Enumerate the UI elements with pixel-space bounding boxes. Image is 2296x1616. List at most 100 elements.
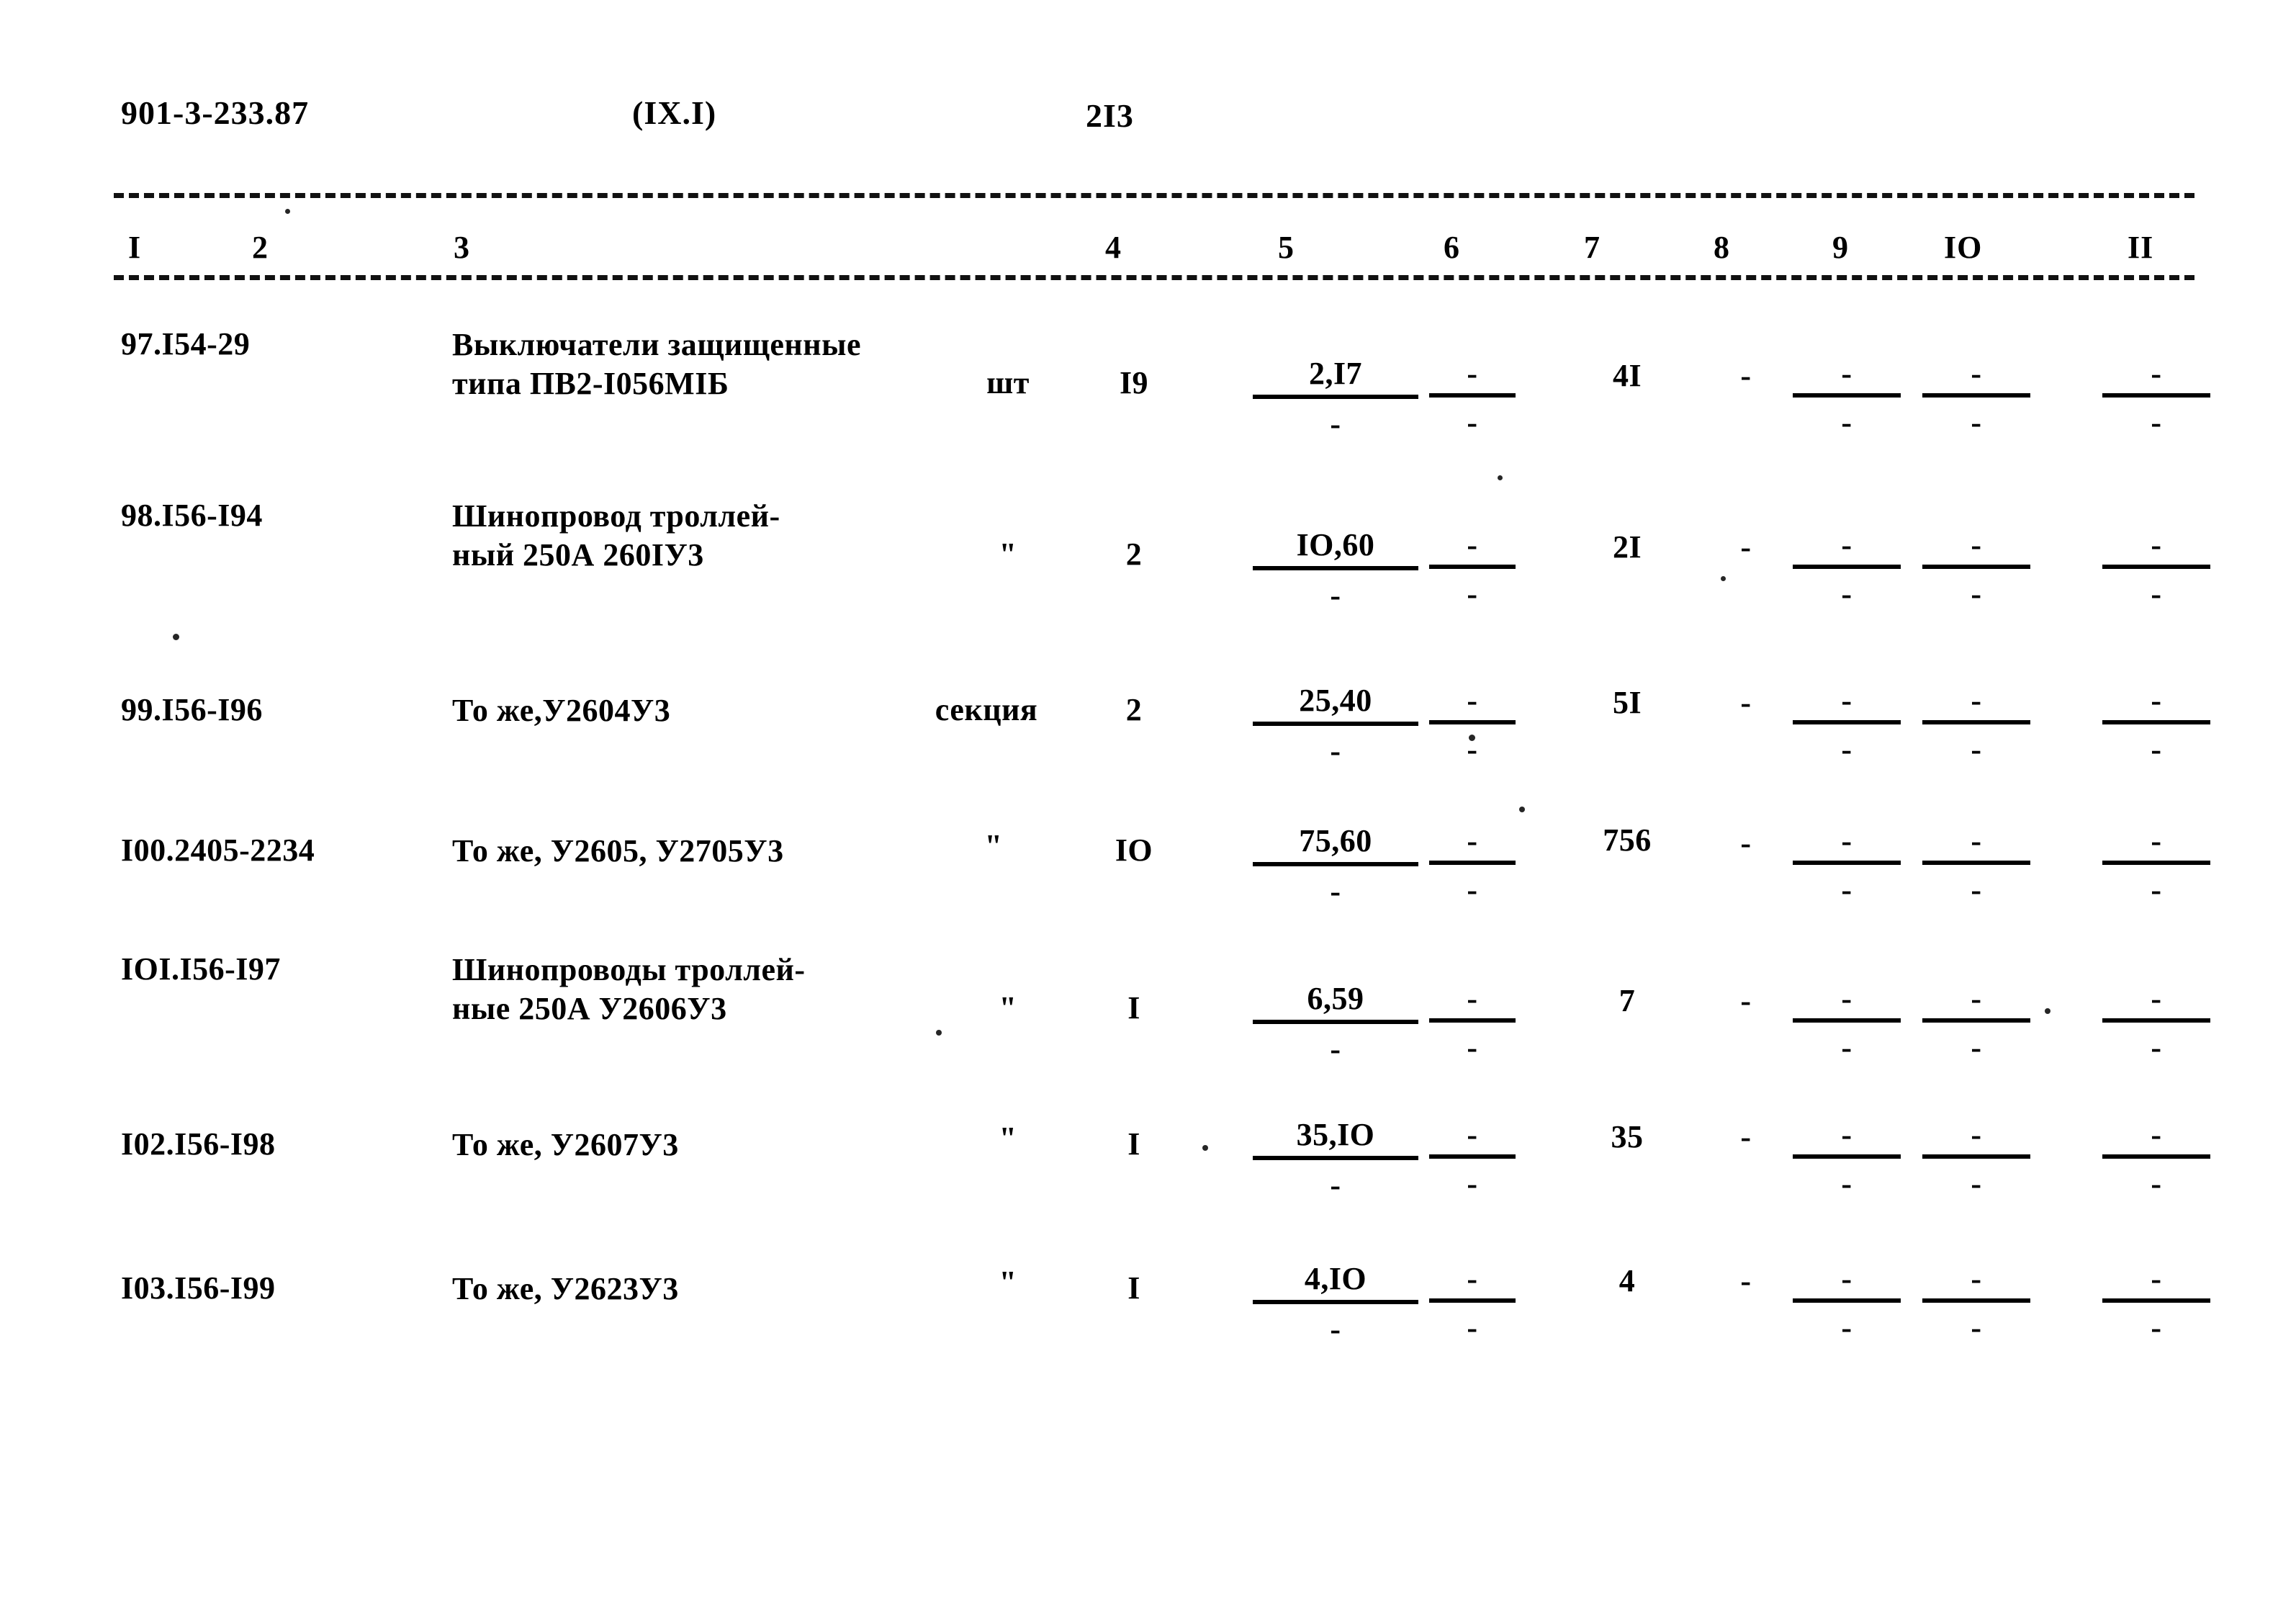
row-col9-denominator: - (1841, 1310, 1852, 1345)
row-code: I00.2405-2234 (121, 832, 315, 868)
row-quantity: I (1127, 1270, 1140, 1306)
row-col11-numerator: - (2102, 683, 2210, 724)
row-col11-fraction: - - (2102, 823, 2210, 908)
scan-speck (1519, 807, 1525, 812)
row-description: То же,У2604У3 (452, 693, 671, 728)
row-col6-fraction: - - (1429, 1261, 1516, 1346)
row-col10-fraction: - - (1922, 981, 2030, 1066)
row-col10-denominator: - (1971, 576, 1982, 611)
row-col5-numerator: 25,40 (1253, 683, 1418, 726)
row-col10-numerator: - (1922, 527, 2030, 569)
row-unit: " (999, 990, 1017, 1025)
row-col11-numerator: - (2102, 527, 2210, 569)
scanned-document-page: 901-3-233.87 (IX.I) 2I3 I 2 3 4 5 6 7 8 … (0, 0, 2296, 1616)
scan-speck (173, 634, 179, 640)
table-row: I03.I56-I99 То же, У2623У3 " I 4,IO - - … (0, 1261, 2296, 1421)
row-col9-denominator: - (1841, 1030, 1852, 1065)
row-col5-denominator: - (1330, 1031, 1341, 1067)
row-col11-denominator: - (2151, 872, 2162, 907)
row-col7-value: 756 (1603, 822, 1652, 858)
row-quantity: I (1127, 1126, 1140, 1162)
table-body: 97.I54-29 Выключатели защищенные типа ПВ… (0, 0, 2296, 1616)
row-col10-numerator: - (1922, 683, 2030, 724)
row-col8-value: - (1740, 1119, 1752, 1154)
row-col11-denominator: - (2151, 1166, 2162, 1201)
row-unit: шт (986, 365, 1030, 400)
row-col6-fraction: - - (1429, 683, 1516, 768)
row-col5-denominator: - (1330, 1311, 1341, 1347)
row-unit: секция (935, 692, 1038, 727)
row-col6-fraction: - - (1429, 1117, 1516, 1202)
row-col5-numerator: 4,IO (1253, 1261, 1418, 1304)
row-code: 99.I56-I96 (121, 692, 263, 727)
row-col10-numerator: - (1922, 356, 2030, 398)
row-col7-value: 5I (1612, 685, 1642, 720)
row-quantity: I (1127, 990, 1140, 1025)
row-col9-fraction: - - (1793, 683, 1901, 768)
row-col11-fraction: - - (2102, 1117, 2210, 1202)
row-col9-fraction: - - (1793, 1117, 1901, 1202)
row-unit: " (999, 1265, 1017, 1300)
table-row: 97.I54-29 Выключатели защищенные типа ПВ… (0, 326, 2296, 477)
row-col11-denominator: - (2151, 732, 2162, 767)
row-col10-fraction: - - (1922, 683, 2030, 768)
row-col7-value: 2I (1612, 529, 1642, 565)
row-col11-denominator: - (2151, 1310, 2162, 1345)
scan-speck (1721, 576, 1726, 581)
row-col11-numerator: - (2102, 1261, 2210, 1303)
row-col6-denominator: - (1467, 405, 1478, 440)
row-code: I03.I56-I99 (121, 1270, 276, 1306)
row-col10-denominator: - (1971, 1166, 1982, 1201)
row-description: То же, У2607У3 (452, 1127, 679, 1162)
scan-speck (2045, 1008, 2050, 1014)
row-col11-fraction: - - (2102, 356, 2210, 441)
row-col9-numerator: - (1793, 981, 1901, 1023)
row-description: Шинопроводы троллей- ные 250А У2606У3 (452, 952, 806, 1026)
row-col9-numerator: - (1793, 683, 1901, 724)
row-col11-numerator: - (2102, 823, 2210, 865)
row-col10-fraction: - - (1922, 527, 2030, 612)
row-col5-numerator: 75,60 (1253, 823, 1418, 866)
row-col5-denominator: - (1330, 1167, 1341, 1203)
row-code: I02.I56-I98 (121, 1126, 276, 1162)
scan-speck (285, 209, 290, 214)
table-row: I02.I56-I98 То же, У2607У3 " I 35,IO - -… (0, 1117, 2296, 1277)
row-col5-numerator: IO,60 (1253, 527, 1418, 570)
row-col10-numerator: - (1922, 823, 2030, 865)
row-col11-numerator: - (2102, 981, 2210, 1023)
row-col11-denominator: - (2151, 405, 2162, 440)
row-col5-denominator: - (1330, 578, 1341, 613)
row-col10-numerator: - (1922, 981, 2030, 1023)
row-col6-numerator: - (1429, 356, 1516, 398)
row-col7-value: 7 (1619, 983, 1636, 1018)
row-col9-denominator: - (1841, 1166, 1852, 1201)
row-col9-fraction: - - (1793, 823, 1901, 908)
row-col7-value: 35 (1611, 1119, 1644, 1154)
row-col11-fraction: - - (2102, 981, 2210, 1066)
row-col6-denominator: - (1467, 872, 1478, 907)
row-col10-numerator: - (1922, 1261, 2030, 1303)
row-col6-denominator: - (1467, 732, 1478, 767)
row-col10-denominator: - (1971, 1030, 1982, 1065)
row-col11-fraction: - - (2102, 527, 2210, 612)
row-col6-denominator: - (1467, 1310, 1478, 1345)
row-col8-value: - (1740, 358, 1752, 393)
row-col9-numerator: - (1793, 356, 1901, 398)
table-row: 99.I56-I96 То же,У2604У3 секция 2 25,40 … (0, 683, 2296, 843)
row-code: 98.I56-I94 (121, 498, 263, 533)
row-col9-denominator: - (1841, 732, 1852, 767)
row-col6-numerator: - (1429, 683, 1516, 724)
row-col5-denominator: - (1330, 733, 1341, 768)
table-row: IOI.I56-I97 Шинопроводы троллей- ные 250… (0, 951, 2296, 1102)
row-col10-denominator: - (1971, 405, 1982, 440)
row-col6-numerator: - (1429, 1117, 1516, 1159)
row-quantity: 2 (1125, 537, 1143, 572)
row-description: То же, У2623У3 (452, 1271, 679, 1306)
row-col5-fraction: IO,60 - (1253, 527, 1418, 614)
row-col10-denominator: - (1971, 732, 1982, 767)
row-col10-fraction: - - (1922, 1117, 2030, 1202)
row-col8-value: - (1740, 983, 1752, 1018)
row-quantity: I9 (1119, 365, 1149, 400)
row-col9-numerator: - (1793, 1117, 1901, 1159)
row-col10-fraction: - - (1922, 823, 2030, 908)
